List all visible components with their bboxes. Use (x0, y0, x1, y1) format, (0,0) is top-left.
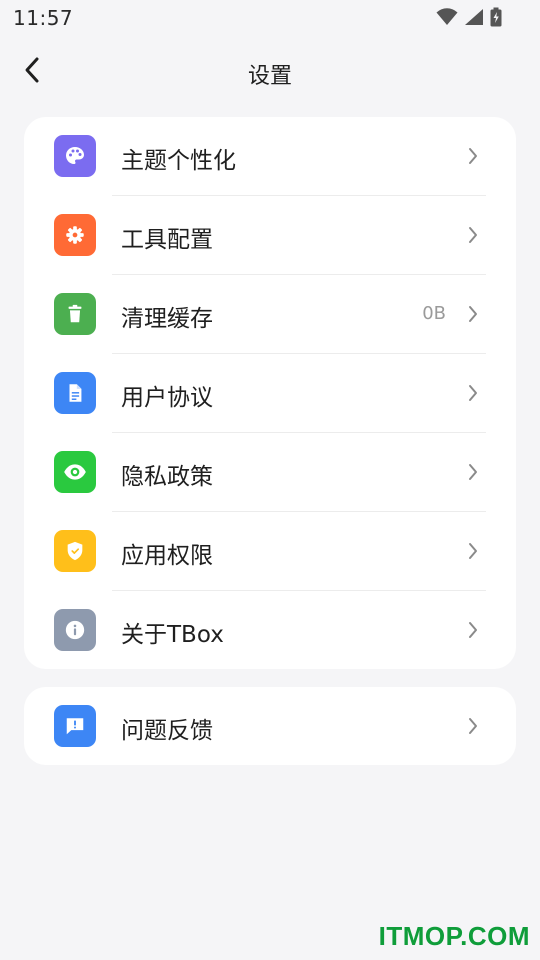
chevron-right-icon (466, 619, 480, 641)
eye-icon (54, 451, 96, 493)
document-icon (54, 372, 96, 414)
status-bar: 11:57 (0, 0, 540, 36)
cache-size-value: 0B (422, 303, 446, 324)
feedback-icon (54, 705, 96, 747)
info-icon (54, 609, 96, 651)
settings-item-label: 关于TBox (121, 622, 224, 648)
wifi-icon (436, 8, 458, 26)
chevron-right-icon (466, 540, 480, 562)
settings-item-label: 用户协议 (121, 385, 213, 411)
settings-item-app-permissions[interactable]: 应用权限 (24, 512, 516, 591)
settings-item-label: 问题反馈 (121, 718, 213, 744)
settings-item-about[interactable]: 关于TBox (24, 591, 516, 669)
chevron-right-icon (466, 303, 480, 325)
shield-check-icon (54, 530, 96, 572)
status-icons (436, 7, 502, 27)
settings-item-privacy-policy[interactable]: 隐私政策 (24, 433, 516, 512)
settings-item-label: 清理缓存 (121, 306, 213, 332)
gear-icon (54, 214, 96, 256)
settings-item-label: 主题个性化 (121, 148, 236, 174)
header: 设置 (0, 46, 540, 98)
settings-item-tool-config[interactable]: 工具配置 (24, 196, 516, 275)
cell-signal-icon (464, 8, 484, 26)
settings-item-user-agreement[interactable]: 用户协议 (24, 354, 516, 433)
chevron-right-icon (466, 715, 480, 737)
settings-item-label: 隐私政策 (121, 464, 213, 490)
chevron-right-icon (466, 461, 480, 483)
settings-item-label: 应用权限 (121, 543, 213, 569)
feedback-card: 问题反馈 (24, 687, 516, 765)
palette-icon (54, 135, 96, 177)
page-title: 设置 (247, 64, 292, 89)
settings-card: 主题个性化 工具配置 清理缓存 0B 用户协议 隐私政策 应用权限 关于TBox (24, 117, 516, 669)
chevron-right-icon (466, 224, 480, 246)
settings-item-clear-cache[interactable]: 清理缓存 0B (24, 275, 516, 354)
chevron-right-icon (466, 145, 480, 167)
settings-item-theme[interactable]: 主题个性化 (24, 117, 516, 196)
status-time: 11:57 (13, 6, 74, 30)
chevron-right-icon (466, 382, 480, 404)
battery-charging-icon (490, 7, 502, 27)
settings-item-feedback[interactable]: 问题反馈 (24, 687, 516, 765)
trash-icon (54, 293, 96, 335)
settings-item-label: 工具配置 (121, 227, 213, 253)
watermark: ITMOP.COM (378, 921, 530, 951)
